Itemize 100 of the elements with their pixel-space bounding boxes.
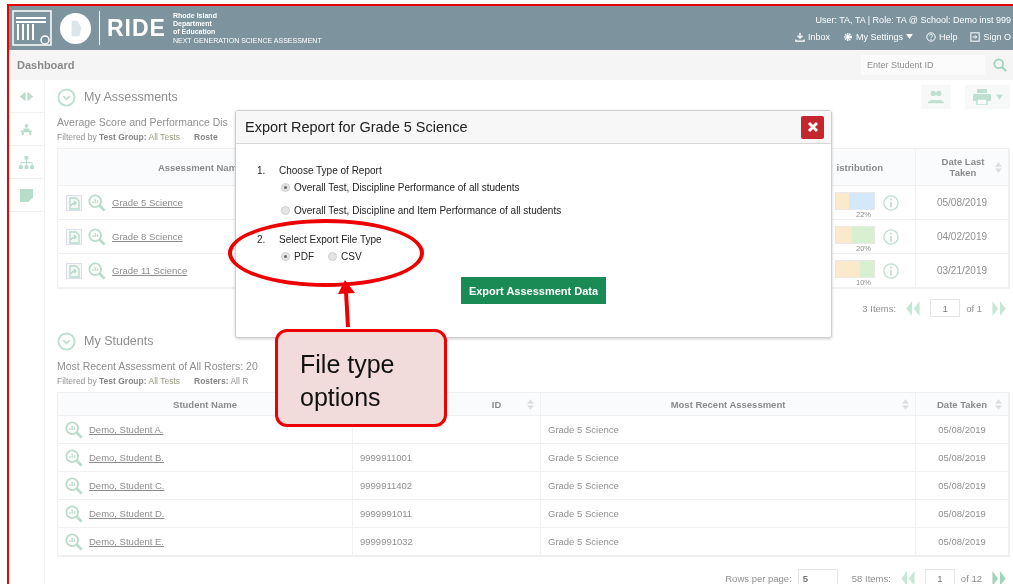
report-search-icon[interactable] [65,532,83,551]
info-icon[interactable] [883,228,899,245]
first-page-icon[interactable] [900,570,915,584]
rows-per-page-field[interactable]: 5 [797,569,838,584]
first-page-icon[interactable] [906,300,921,316]
header-link[interactable]: My Settings [842,31,913,42]
table-cell: Grade 5 Science [548,480,619,491]
table-cell: 05/08/2019 [938,452,986,463]
report-search-icon[interactable] [88,193,106,212]
gear-icon [842,31,853,42]
report-search-icon[interactable] [65,504,83,523]
section-title: My Assessments [84,90,178,104]
sign-out-icon [970,31,981,42]
table-cell: 05/08/2019 [938,480,986,491]
page-field[interactable]: 1 [924,569,955,584]
classroom-icon[interactable] [19,122,34,136]
table-cell: 04/02/2019 [916,220,1009,254]
download-icon [794,31,805,42]
radio-option[interactable]: CSV [328,251,362,262]
report-search-icon[interactable] [88,261,106,280]
user-info: User: TA, TA | Role: TA @ School: Demo inst 999 [815,14,1011,25]
header-link[interactable]: Inbox [794,31,830,42]
radio-button[interactable] [281,206,290,215]
table-cell: Grade 5 Science [548,508,619,519]
column-header[interactable]: Most Recent Assessment [670,398,786,410]
page-total: of 12 [960,572,982,584]
radio-button[interactable] [328,252,337,261]
last-page-icon[interactable] [992,300,1006,316]
export-icon[interactable] [66,194,82,211]
column-header[interactable]: Student Name [173,398,237,410]
hierarchy-icon[interactable] [19,155,34,169]
printer-icon [972,89,991,105]
report-search-icon[interactable] [65,476,83,495]
expand-icon[interactable] [19,89,34,103]
export-icon[interactable] [66,262,82,279]
items-count: 3 Items: [862,302,897,314]
header-link[interactable]: Help [925,31,958,42]
filter-text: Filtered by Test Group: All Tests [57,132,180,142]
column-header[interactable]: ID [491,398,502,410]
page-total: of 1 [966,302,982,314]
collapse-icon[interactable] [57,87,76,107]
student-link[interactable]: Demo, Student E. [89,536,164,547]
section-subtitle: Most Recent Assessment of All Rosters: 20 [57,360,258,372]
table-cell: 05/08/2019 [938,424,986,435]
assessment-link[interactable]: Grade 8 Science [112,231,183,242]
caret-icon [905,34,913,39]
step-label: Select Export File Type [279,234,382,245]
section-subtitle: Average Score and Performance Dis [57,116,228,128]
table-cell: 05/08/2019 [938,508,986,519]
student-link[interactable]: Demo, Student A. [89,424,164,435]
sort-icon[interactable] [527,398,534,410]
annotation-arrow [338,280,355,328]
header-link[interactable]: Sign O [970,31,1011,42]
caret-icon [995,94,1003,100]
radio-option[interactable]: Overall Test, Discipline and Item Performance of all students [281,205,831,216]
table-cell: Grade 5 Science [548,536,619,547]
filter-text: Rosters: All R [194,376,249,386]
radio-button[interactable] [281,252,290,261]
table-cell: 05/08/2019 [916,186,1009,220]
info-icon[interactable] [883,194,899,211]
student-link[interactable]: Demo, Student D. [89,508,165,519]
assessment-link[interactable]: Grade 11 Science [112,265,188,276]
sort-icon[interactable] [902,398,909,410]
logo-wordmark: RIDE [107,14,166,42]
table-cell: 9999991032 [360,536,413,547]
search-field[interactable]: Enter Student ID [861,55,985,75]
export-icon[interactable] [66,228,82,245]
report-search-icon[interactable] [65,420,83,439]
table-cell: 05/08/2019 [938,536,986,547]
assessment-link[interactable]: Grade 5 Science [112,197,183,208]
building-logo-icon [12,10,52,46]
last-page-icon[interactable] [992,570,1006,584]
column-header[interactable]: istribution [836,161,883,173]
table-cell: Grade 5 Science [548,452,619,463]
table-cell: 9999911402 [360,480,413,491]
help-icon [925,31,936,42]
note-icon[interactable] [19,188,34,202]
radio-option[interactable]: PDF [281,251,314,262]
report-search-icon[interactable] [65,448,83,467]
sort-icon[interactable] [995,398,1002,410]
table-cell: Grade 5 Science [548,424,619,435]
filter-label: Roste [194,132,218,142]
print-button[interactable] [965,85,1010,109]
items-count: 58 Items: [851,572,891,584]
collapse-icon[interactable] [57,331,76,351]
step-number: 2. [257,234,267,245]
sort-icon[interactable] [995,161,1002,173]
page-field[interactable]: 1 [930,299,961,317]
student-link[interactable]: Demo, Student C. [89,480,165,491]
radio-button[interactable] [281,183,290,192]
info-icon[interactable] [883,262,899,279]
search-icon[interactable] [993,58,1007,72]
student-link[interactable]: Demo, Student B. [89,452,164,463]
close-icon [806,121,819,133]
report-search-icon[interactable] [88,227,106,246]
export-button[interactable]: Export Assessment Data [460,277,607,304]
table-cell: 03/21/2019 [916,254,1009,288]
roster-button[interactable] [921,85,951,109]
close-button[interactable] [801,115,824,139]
step-number: 1. [257,165,267,176]
